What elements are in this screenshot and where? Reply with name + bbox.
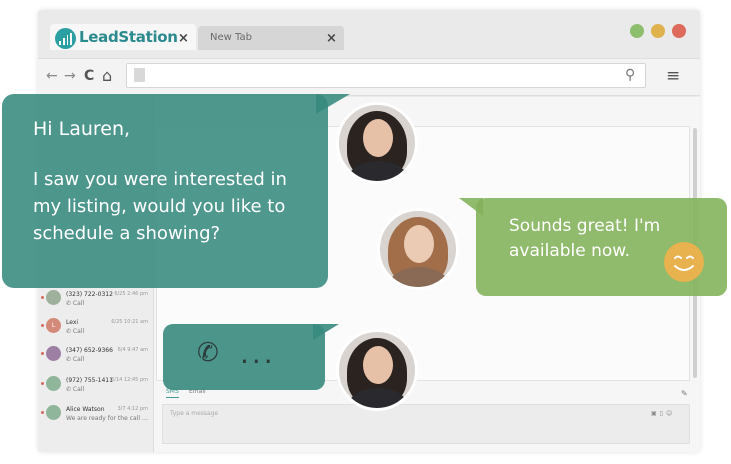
bubble-tail xyxy=(313,324,339,340)
unread-dot xyxy=(41,324,44,327)
contact-name: Lexi xyxy=(66,319,79,326)
reload-icon[interactable]: C xyxy=(84,68,94,84)
agent-avatar xyxy=(336,102,418,184)
contact-name: (972) 755-1411 xyxy=(66,377,113,384)
page-icon xyxy=(134,68,145,82)
contact-activity: ✆ Call xyxy=(66,356,85,363)
contact-time: 6/4 9:47 am xyxy=(117,347,148,353)
avatar-face xyxy=(404,225,434,263)
unread-dot xyxy=(41,411,44,414)
search-icon[interactable]: ⚲ xyxy=(625,67,635,83)
smiley-icon xyxy=(664,242,704,282)
window-close-button[interactable] xyxy=(672,24,686,38)
contact-name: (323) 722-0312 xyxy=(66,291,113,298)
contact-activity: We are ready for the call scheduled... xyxy=(66,415,150,422)
avatar xyxy=(46,346,61,361)
list-item[interactable]: (972) 755-1411 ✆ Call 6/14 12:45 pm xyxy=(40,376,152,406)
contact-activity: ✆ Call xyxy=(66,328,85,335)
tab-label-leadstation: LeadStation xyxy=(79,28,178,46)
list-item[interactable]: Alice Watson We are ready for the call s… xyxy=(40,405,152,435)
phone-icon: ✆ xyxy=(197,338,219,368)
window-minimize-button[interactable] xyxy=(651,24,665,38)
composer-actions: ▣▯☺ xyxy=(651,410,675,417)
contact-name: (347) 652-9366 xyxy=(66,347,113,354)
unread-dot xyxy=(41,296,44,299)
contact-time: 6/14 12:45 pm xyxy=(111,377,148,383)
avatar-face xyxy=(363,346,393,384)
list-item[interactable]: (347) 652-9366 ✆ Call 6/4 9:47 am xyxy=(40,346,152,376)
message-input[interactable]: Type a message xyxy=(170,410,218,417)
bubble-tail xyxy=(316,94,350,114)
close-tab-new-tab-icon[interactable]: × xyxy=(326,31,337,46)
tab-label-new-tab: New Tab xyxy=(210,32,252,43)
contact-time: 6/25 2:46 pm xyxy=(114,291,148,297)
avatar: L xyxy=(46,318,61,333)
message-composer[interactable] xyxy=(162,404,690,444)
greeting-text: Hi Lauren, xyxy=(33,118,131,140)
list-item[interactable]: L Lexi ✆ Call 6/25 10:21 am xyxy=(40,318,152,348)
bubble-tail xyxy=(459,198,483,216)
home-icon[interactable]: ⌂ xyxy=(102,66,112,85)
forward-icon[interactable]: → xyxy=(64,68,76,84)
close-tab-leadstation-icon[interactable]: × xyxy=(178,31,189,46)
emoji-icon[interactable]: ☺ xyxy=(666,410,675,417)
agent-avatar-call xyxy=(336,329,418,411)
avatar xyxy=(46,290,61,305)
logo-bars-icon xyxy=(59,33,72,45)
contact-activity: ✆ Call xyxy=(66,300,85,307)
window-maximize-button[interactable] xyxy=(630,24,644,38)
unread-dot xyxy=(41,382,44,385)
agent-message-text: I saw you were interested in my listing,… xyxy=(33,169,287,244)
back-icon[interactable]: ← xyxy=(46,68,58,84)
list-item[interactable]: (323) 722-0312 ✆ Call 6/25 2:46 pm xyxy=(40,290,152,320)
contact-name: Alice Watson xyxy=(66,406,105,413)
menu-icon[interactable]: ≡ xyxy=(666,66,680,86)
avatar-face xyxy=(363,119,393,157)
contact-time: 3/7 4:12 pm xyxy=(117,406,149,412)
lead-avatar xyxy=(377,208,459,290)
image-icon[interactable]: ▣ xyxy=(651,410,660,417)
avatar xyxy=(46,376,61,391)
avatar xyxy=(46,405,61,420)
address-bar[interactable] xyxy=(126,63,646,88)
contact-activity: ✆ Call xyxy=(66,386,85,393)
pencil-icon[interactable]: ✎ xyxy=(681,389,688,398)
unread-dot xyxy=(41,352,44,355)
calling-dots: ... xyxy=(240,337,276,370)
contact-time: 6/25 10:21 am xyxy=(111,319,148,325)
